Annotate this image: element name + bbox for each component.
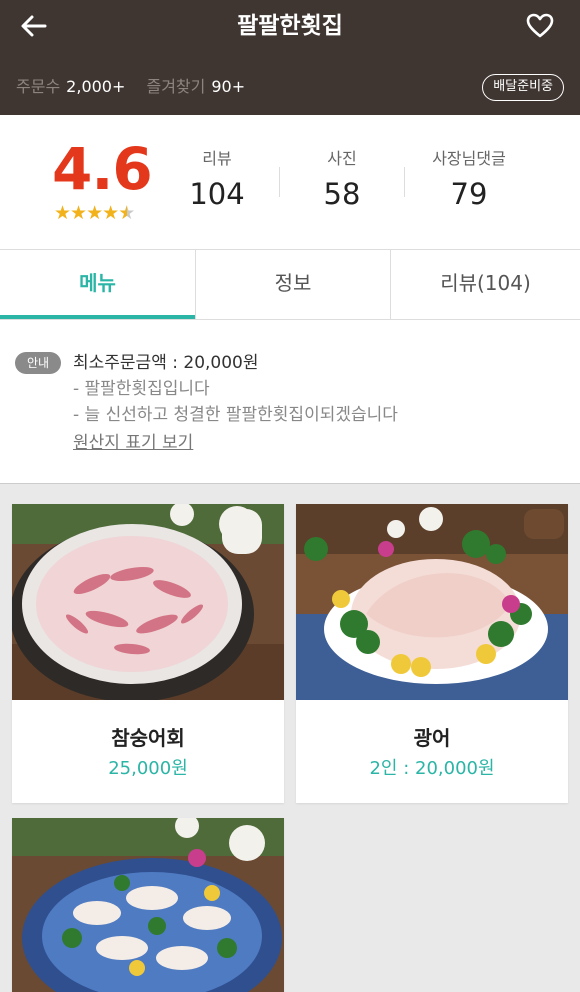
- photos-label: 사진: [327, 149, 357, 168]
- menu-photo-flatfish: [296, 504, 568, 700]
- star-icon: ★: [54, 202, 71, 224]
- page-title: 팔팔한횟집: [237, 13, 343, 39]
- owner-comments-stat[interactable]: 사장님댓글 79: [424, 148, 514, 214]
- delivery-status-badge: 배달준비중: [482, 74, 564, 101]
- menu-name: 참숭어회: [111, 726, 185, 750]
- order-count-label: 주문수: [16, 77, 61, 96]
- divider: [404, 167, 405, 197]
- menu-photo-assorted: [12, 818, 284, 992]
- reviews-label: 리뷰: [202, 149, 232, 168]
- favorites-value: 90+: [211, 77, 246, 96]
- origin-info-link[interactable]: 원산지 표기 보기: [73, 430, 193, 456]
- menu-card[interactable]: 참숭어회 25,000원: [12, 504, 284, 803]
- menu-card[interactable]: 광어 2인 : 20,000원: [296, 504, 568, 803]
- menu-price: 2인 : 20,000원: [369, 758, 495, 779]
- menu-price: 25,000원: [108, 758, 188, 779]
- notice-text: 최소주문금액 : 20,000원 - 팔팔한횟집입니다 - 늘 신선하고 청결한…: [73, 350, 398, 456]
- photos-count: 58: [323, 177, 361, 211]
- active-tab-indicator: [0, 315, 195, 319]
- tab-bar: 메뉴 정보 리뷰(104): [0, 249, 580, 320]
- menu-photo-sashimi: [12, 504, 284, 700]
- star-icon: ★: [86, 202, 103, 224]
- favorites-label: 즐겨찾기: [146, 77, 206, 96]
- owner-comments-label: 사장님댓글: [432, 149, 506, 168]
- half-star-icon: ★: [118, 202, 135, 224]
- owner-comments-count: 79: [450, 177, 488, 211]
- reviews-stat[interactable]: 리뷰 104: [186, 148, 248, 214]
- divider: [279, 167, 280, 197]
- photos-stat[interactable]: 사진 58: [311, 148, 373, 214]
- order-count-value: 2,000+: [66, 77, 126, 96]
- star-icon: ★: [102, 202, 119, 224]
- star-rating: ★★★★★: [54, 202, 135, 224]
- menu-name: 광어: [413, 726, 451, 750]
- top-header: 팔팔한횟집 주문수 2,000+ 즐겨찾기 90+ 배달준비중: [0, 0, 580, 115]
- notice-badge: 안내: [15, 352, 61, 374]
- reviews-count: 104: [189, 177, 245, 211]
- heart-icon[interactable]: [526, 12, 554, 40]
- rating-summary: 4.6 ★★★★★ 리뷰 104 사진 58 사장님댓글 79: [0, 115, 580, 249]
- menu-card[interactable]: [12, 818, 284, 992]
- tab-menu[interactable]: 메뉴: [0, 250, 195, 319]
- notice-line: - 팔팔한횟집입니다: [73, 379, 210, 399]
- rating-score: 4.6: [52, 135, 153, 203]
- star-icon: ★: [70, 202, 87, 224]
- minimum-order-text: 최소주문금액 : 20,000원: [73, 353, 259, 373]
- notice-line: - 늘 신선하고 청결한 팔팔한횟집이되겠습니다: [73, 405, 398, 425]
- tab-info[interactable]: 정보: [196, 250, 390, 319]
- tab-reviews[interactable]: 리뷰(104): [391, 250, 580, 319]
- store-stats-row: 주문수 2,000+ 즐겨찾기 90+: [16, 76, 261, 98]
- store-notice: 안내 최소주문금액 : 20,000원 - 팔팔한횟집입니다 - 늘 신선하고 …: [0, 320, 580, 484]
